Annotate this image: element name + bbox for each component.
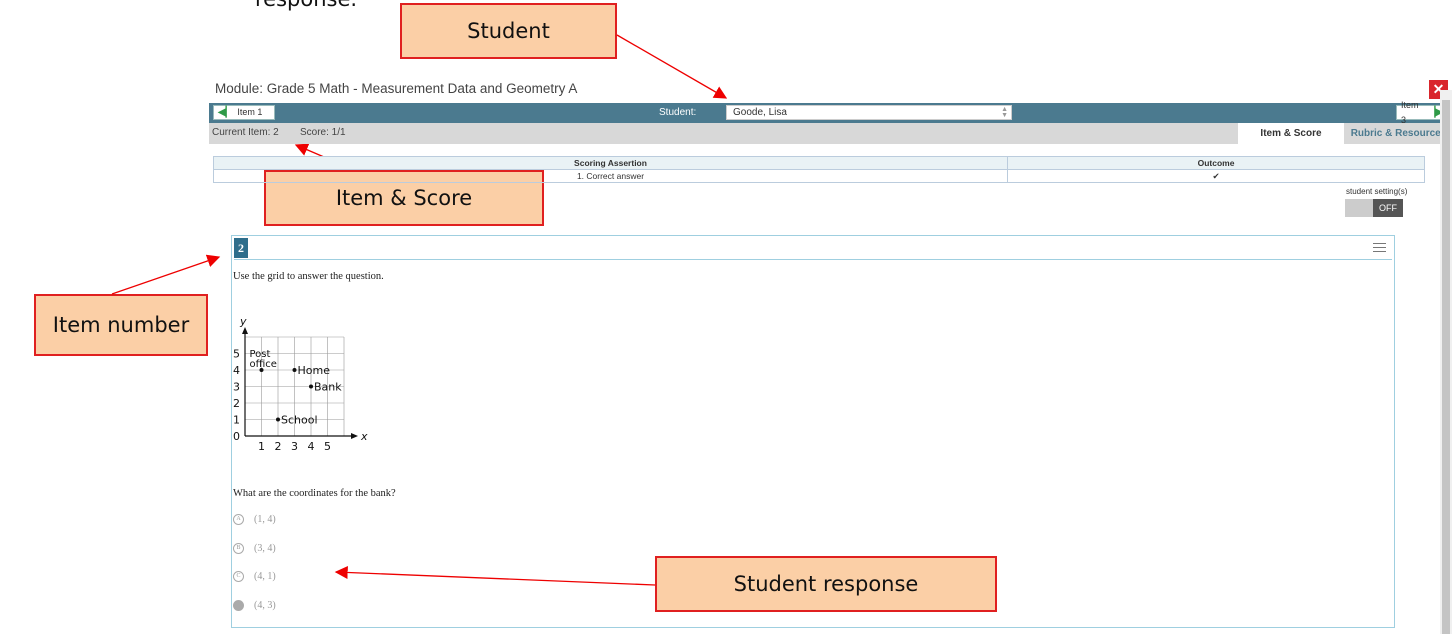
student-select[interactable]: Goode, Lisa ▲ ▼ bbox=[726, 105, 1012, 120]
y-tick-label: 2 bbox=[233, 397, 240, 410]
item-header-divider bbox=[234, 259, 1392, 260]
radio-icon[interactable]: C bbox=[233, 571, 244, 582]
tab-rubric-resources[interactable]: Rubric & Resources bbox=[1345, 123, 1452, 144]
answer-option[interactable]: C (4, 1) bbox=[233, 571, 276, 582]
score-text: Score: 1/1 bbox=[300, 127, 346, 138]
table-row: 1. Correct answer ✔ bbox=[213, 169, 1425, 183]
tab-item-score[interactable]: Item & Score bbox=[1238, 123, 1344, 144]
answer-option[interactable]: A (1, 4) bbox=[233, 514, 276, 525]
point-label: School bbox=[281, 414, 318, 427]
x-tick-label: 3 bbox=[291, 440, 298, 453]
point-label: Post office bbox=[250, 349, 277, 370]
answer-option[interactable]: (4, 3) bbox=[233, 600, 276, 611]
answer-option-text: (3, 4) bbox=[254, 543, 276, 554]
x-tick-label: 1 bbox=[258, 440, 265, 453]
student-settings-label: student setting(s) bbox=[1346, 187, 1408, 196]
scrollbar-thumb[interactable] bbox=[1442, 100, 1450, 634]
selected-radio-icon[interactable] bbox=[233, 600, 244, 611]
outcome-header: Outcome bbox=[1007, 156, 1425, 170]
window-title: Module: Grade 5 Math - Measurement Data … bbox=[215, 81, 578, 96]
x-axis-label: x bbox=[360, 430, 368, 443]
grid-point bbox=[309, 384, 313, 389]
answer-option-text: (4, 3) bbox=[254, 600, 276, 611]
item-number-badge: 2 bbox=[234, 238, 248, 258]
y-tick-label: 4 bbox=[233, 364, 240, 377]
grid-point bbox=[292, 368, 297, 372]
y-tick-label: 3 bbox=[233, 381, 240, 394]
x-axis-arrow bbox=[351, 433, 358, 439]
previous-item-label: Item 1 bbox=[237, 107, 263, 117]
item-container: 2 bbox=[231, 235, 1395, 628]
scrollbar[interactable] bbox=[1440, 90, 1452, 634]
answer-option[interactable]: B (3, 4) bbox=[233, 543, 276, 554]
menu-icon[interactable] bbox=[1373, 243, 1386, 255]
question-text: What are the coordinates for the bank? bbox=[233, 488, 396, 499]
y-axis-arrow bbox=[242, 327, 248, 334]
item-status-bar: Current Item: 2 Score: 1/1 Item & Score … bbox=[209, 123, 1452, 144]
toggle-state: OFF bbox=[1373, 199, 1403, 217]
grid-point bbox=[276, 417, 280, 422]
coordinate-grid: xy1 2 3 4 5012345 Post office HomeBankSchool bbox=[233, 315, 368, 453]
point-label: Home bbox=[298, 364, 331, 377]
outcome-check-icon: ✔ bbox=[1007, 169, 1425, 183]
toggle-track bbox=[1345, 199, 1373, 217]
current-item-text: Current Item: 2 bbox=[212, 127, 279, 138]
previous-arrow-icon: ◀▏ bbox=[218, 107, 234, 118]
y-tick-label: 5 bbox=[233, 348, 240, 361]
chevron-updown-icon: ▲ ▼ bbox=[1001, 106, 1008, 119]
student-settings-toggle[interactable]: OFF bbox=[1345, 199, 1403, 217]
student-name: Goode, Lisa bbox=[733, 107, 787, 118]
y-tick-label: 0 bbox=[233, 430, 240, 443]
x-tick-label: 4 bbox=[308, 440, 315, 453]
point-label: Bank bbox=[314, 381, 342, 394]
answer-option-text: (1, 4) bbox=[254, 514, 276, 525]
answer-option-text: (4, 1) bbox=[254, 571, 276, 582]
x-tick-label: 5 bbox=[324, 440, 331, 453]
y-tick-label: 1 bbox=[233, 414, 240, 427]
scoring-assertion-header: Scoring Assertion bbox=[213, 156, 1008, 170]
item-prompt: Use the grid to answer the question. bbox=[233, 271, 384, 282]
y-axis-label: y bbox=[239, 315, 247, 328]
scoring-table: Scoring Assertion Outcome 1. Correct ans… bbox=[213, 156, 1425, 183]
window-titlebar: Module: Grade 5 Math - Measurement Data … bbox=[209, 78, 1452, 102]
radio-icon[interactable]: B bbox=[233, 543, 244, 554]
radio-icon[interactable]: A bbox=[233, 514, 244, 525]
scoring-assertion-cell: 1. Correct answer bbox=[213, 169, 1008, 183]
student-label: Student: bbox=[659, 107, 697, 118]
item-navigation-bar: ◀▏ Item 1 Student: Goode, Lisa ▲ ▼ Item 3… bbox=[209, 100, 1452, 125]
previous-item-button[interactable]: ◀▏ Item 1 bbox=[213, 105, 275, 120]
x-tick-label: 2 bbox=[275, 440, 282, 453]
